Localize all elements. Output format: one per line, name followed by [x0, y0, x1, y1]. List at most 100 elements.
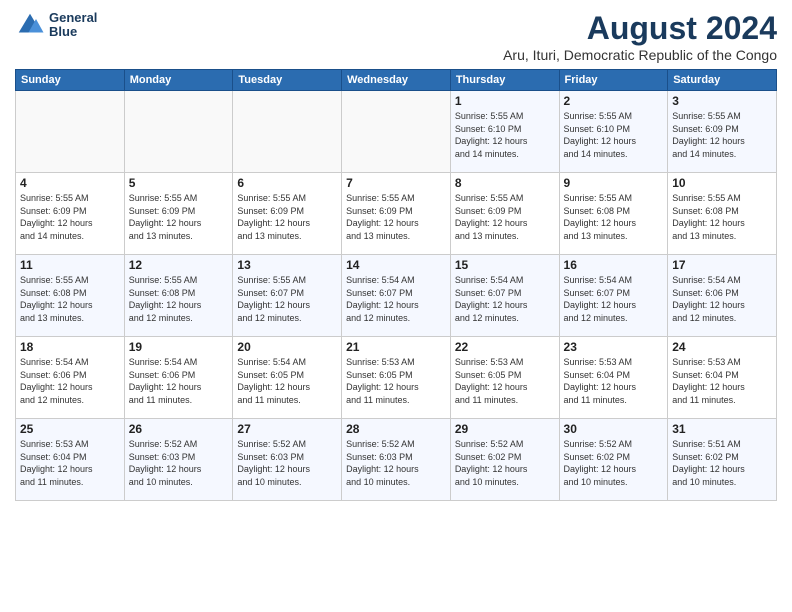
day-info: Sunrise: 5:55 AM Sunset: 6:10 PM Dayligh…: [455, 110, 555, 160]
day-info: Sunrise: 5:53 AM Sunset: 6:04 PM Dayligh…: [672, 356, 772, 406]
calendar-cell-0-6: 3 Sunrise: 5:55 AM Sunset: 6:09 PM Daylig…: [668, 91, 777, 173]
day-info: Sunrise: 5:54 AM Sunset: 6:07 PM Dayligh…: [564, 274, 664, 324]
logo-line1: General: [49, 11, 97, 25]
day-info: Sunrise: 5:55 AM Sunset: 6:09 PM Dayligh…: [672, 110, 772, 160]
day-number: 31: [672, 422, 772, 436]
day-number: 27: [237, 422, 337, 436]
calendar-cell-4-5: 30 Sunrise: 5:52 AM Sunset: 6:02 PM Dayli…: [559, 419, 668, 501]
day-info: Sunrise: 5:51 AM Sunset: 6:02 PM Dayligh…: [672, 438, 772, 488]
calendar-cell-0-1: [124, 91, 233, 173]
day-info: Sunrise: 5:54 AM Sunset: 6:06 PM Dayligh…: [129, 356, 229, 406]
calendar-cell-3-1: 19 Sunrise: 5:54 AM Sunset: 6:06 PM Dayli…: [124, 337, 233, 419]
calendar: Sunday Monday Tuesday Wednesday Thursday…: [15, 69, 777, 501]
day-info: Sunrise: 5:55 AM Sunset: 6:08 PM Dayligh…: [129, 274, 229, 324]
day-number: 14: [346, 258, 446, 272]
calendar-cell-4-0: 25 Sunrise: 5:53 AM Sunset: 6:04 PM Dayli…: [16, 419, 125, 501]
logo-text: General Blue: [49, 11, 97, 40]
calendar-cell-1-6: 10Sunrise: 5:55 AM Sunset: 6:08 PM Dayli…: [668, 173, 777, 255]
calendar-cell-1-1: 5 Sunrise: 5:55 AM Sunset: 6:09 PM Daylig…: [124, 173, 233, 255]
week-row-3: 11 Sunrise: 5:55 AM Sunset: 6:08 PM Dayli…: [16, 255, 777, 337]
calendar-cell-0-0: [16, 91, 125, 173]
calendar-cell-4-2: 27 Sunrise: 5:52 AM Sunset: 6:03 PM Dayli…: [233, 419, 342, 501]
day-number: 28: [346, 422, 446, 436]
calendar-cell-1-2: 6 Sunrise: 5:55 AM Sunset: 6:09 PM Daylig…: [233, 173, 342, 255]
day-info: Sunrise: 5:53 AM Sunset: 6:04 PM Dayligh…: [20, 438, 120, 488]
calendar-cell-2-4: 15Sunrise: 5:54 AM Sunset: 6:07 PM Dayli…: [450, 255, 559, 337]
day-number: 1: [455, 94, 555, 108]
week-row-5: 25 Sunrise: 5:53 AM Sunset: 6:04 PM Dayli…: [16, 419, 777, 501]
day-info: Sunrise: 5:55 AM Sunset: 6:07 PM Dayligh…: [237, 274, 337, 324]
day-info: Sunrise: 5:52 AM Sunset: 6:02 PM Dayligh…: [564, 438, 664, 488]
calendar-cell-3-6: 24 Sunrise: 5:53 AM Sunset: 6:04 PM Dayli…: [668, 337, 777, 419]
calendar-cell-0-4: 1 Sunrise: 5:55 AM Sunset: 6:10 PM Daylig…: [450, 91, 559, 173]
calendar-cell-2-3: 14 Sunrise: 5:54 AM Sunset: 6:07 PM Dayli…: [342, 255, 451, 337]
day-number: 9: [564, 176, 664, 190]
day-info: Sunrise: 5:55 AM Sunset: 6:08 PM Dayligh…: [672, 192, 772, 242]
calendar-cell-1-4: 8Sunrise: 5:55 AM Sunset: 6:09 PM Daylig…: [450, 173, 559, 255]
calendar-cell-3-4: 22 Sunrise: 5:53 AM Sunset: 6:05 PM Dayli…: [450, 337, 559, 419]
day-number: 11: [20, 258, 120, 272]
day-number: 20: [237, 340, 337, 354]
header-monday: Monday: [124, 70, 233, 91]
day-number: 21: [346, 340, 446, 354]
header-tuesday: Tuesday: [233, 70, 342, 91]
calendar-cell-4-1: 26 Sunrise: 5:52 AM Sunset: 6:03 PM Dayli…: [124, 419, 233, 501]
week-row-2: 4 Sunrise: 5:55 AM Sunset: 6:09 PM Daylig…: [16, 173, 777, 255]
day-number: 5: [129, 176, 229, 190]
day-info: Sunrise: 5:52 AM Sunset: 6:03 PM Dayligh…: [237, 438, 337, 488]
day-info: Sunrise: 5:55 AM Sunset: 6:09 PM Dayligh…: [129, 192, 229, 242]
calendar-cell-2-0: 11 Sunrise: 5:55 AM Sunset: 6:08 PM Dayli…: [16, 255, 125, 337]
day-number: 3: [672, 94, 772, 108]
calendar-cell-0-2: [233, 91, 342, 173]
day-number: 22: [455, 340, 555, 354]
calendar-cell-1-5: 9 Sunrise: 5:55 AM Sunset: 6:08 PM Daylig…: [559, 173, 668, 255]
day-info: Sunrise: 5:53 AM Sunset: 6:05 PM Dayligh…: [455, 356, 555, 406]
day-info: Sunrise: 5:52 AM Sunset: 6:03 PM Dayligh…: [129, 438, 229, 488]
day-number: 23: [564, 340, 664, 354]
day-info: Sunrise: 5:52 AM Sunset: 6:03 PM Dayligh…: [346, 438, 446, 488]
day-number: 24: [672, 340, 772, 354]
logo: General Blue: [15, 10, 97, 40]
logo-line2: Blue: [49, 25, 97, 39]
day-number: 16: [564, 258, 664, 272]
day-number: 19: [129, 340, 229, 354]
calendar-cell-3-0: 18Sunrise: 5:54 AM Sunset: 6:06 PM Dayli…: [16, 337, 125, 419]
day-number: 29: [455, 422, 555, 436]
day-number: 26: [129, 422, 229, 436]
calendar-cell-3-5: 23Sunrise: 5:53 AM Sunset: 6:04 PM Dayli…: [559, 337, 668, 419]
month-title: August 2024: [503, 10, 777, 47]
weekday-header-row: Sunday Monday Tuesday Wednesday Thursday…: [16, 70, 777, 91]
calendar-cell-0-5: 2 Sunrise: 5:55 AM Sunset: 6:10 PM Daylig…: [559, 91, 668, 173]
day-number: 6: [237, 176, 337, 190]
day-number: 25: [20, 422, 120, 436]
day-number: 13: [237, 258, 337, 272]
day-info: Sunrise: 5:55 AM Sunset: 6:09 PM Dayligh…: [237, 192, 337, 242]
calendar-cell-3-2: 20Sunrise: 5:54 AM Sunset: 6:05 PM Dayli…: [233, 337, 342, 419]
day-info: Sunrise: 5:55 AM Sunset: 6:10 PM Dayligh…: [564, 110, 664, 160]
day-number: 17: [672, 258, 772, 272]
header: General Blue August 2024 Aru, Ituri, Dem…: [15, 10, 777, 63]
day-number: 30: [564, 422, 664, 436]
calendar-cell-2-2: 13 Sunrise: 5:55 AM Sunset: 6:07 PM Dayli…: [233, 255, 342, 337]
calendar-cell-2-5: 16 Sunrise: 5:54 AM Sunset: 6:07 PM Dayli…: [559, 255, 668, 337]
calendar-cell-2-1: 12 Sunrise: 5:55 AM Sunset: 6:08 PM Dayli…: [124, 255, 233, 337]
header-saturday: Saturday: [668, 70, 777, 91]
calendar-cell-4-3: 28 Sunrise: 5:52 AM Sunset: 6:03 PM Dayli…: [342, 419, 451, 501]
day-info: Sunrise: 5:55 AM Sunset: 6:08 PM Dayligh…: [20, 274, 120, 324]
header-thursday: Thursday: [450, 70, 559, 91]
day-info: Sunrise: 5:55 AM Sunset: 6:08 PM Dayligh…: [564, 192, 664, 242]
subtitle: Aru, Ituri, Democratic Republic of the C…: [503, 47, 777, 63]
header-friday: Friday: [559, 70, 668, 91]
day-number: 12: [129, 258, 229, 272]
day-number: 4: [20, 176, 120, 190]
day-number: 2: [564, 94, 664, 108]
calendar-cell-2-6: 17Sunrise: 5:54 AM Sunset: 6:06 PM Dayli…: [668, 255, 777, 337]
week-row-1: 1 Sunrise: 5:55 AM Sunset: 6:10 PM Daylig…: [16, 91, 777, 173]
day-info: Sunrise: 5:54 AM Sunset: 6:07 PM Dayligh…: [346, 274, 446, 324]
header-sunday: Sunday: [16, 70, 125, 91]
calendar-cell-1-0: 4 Sunrise: 5:55 AM Sunset: 6:09 PM Daylig…: [16, 173, 125, 255]
day-number: 8: [455, 176, 555, 190]
week-row-4: 18Sunrise: 5:54 AM Sunset: 6:06 PM Dayli…: [16, 337, 777, 419]
page: General Blue August 2024 Aru, Ituri, Dem…: [0, 0, 792, 612]
day-info: Sunrise: 5:55 AM Sunset: 6:09 PM Dayligh…: [20, 192, 120, 242]
